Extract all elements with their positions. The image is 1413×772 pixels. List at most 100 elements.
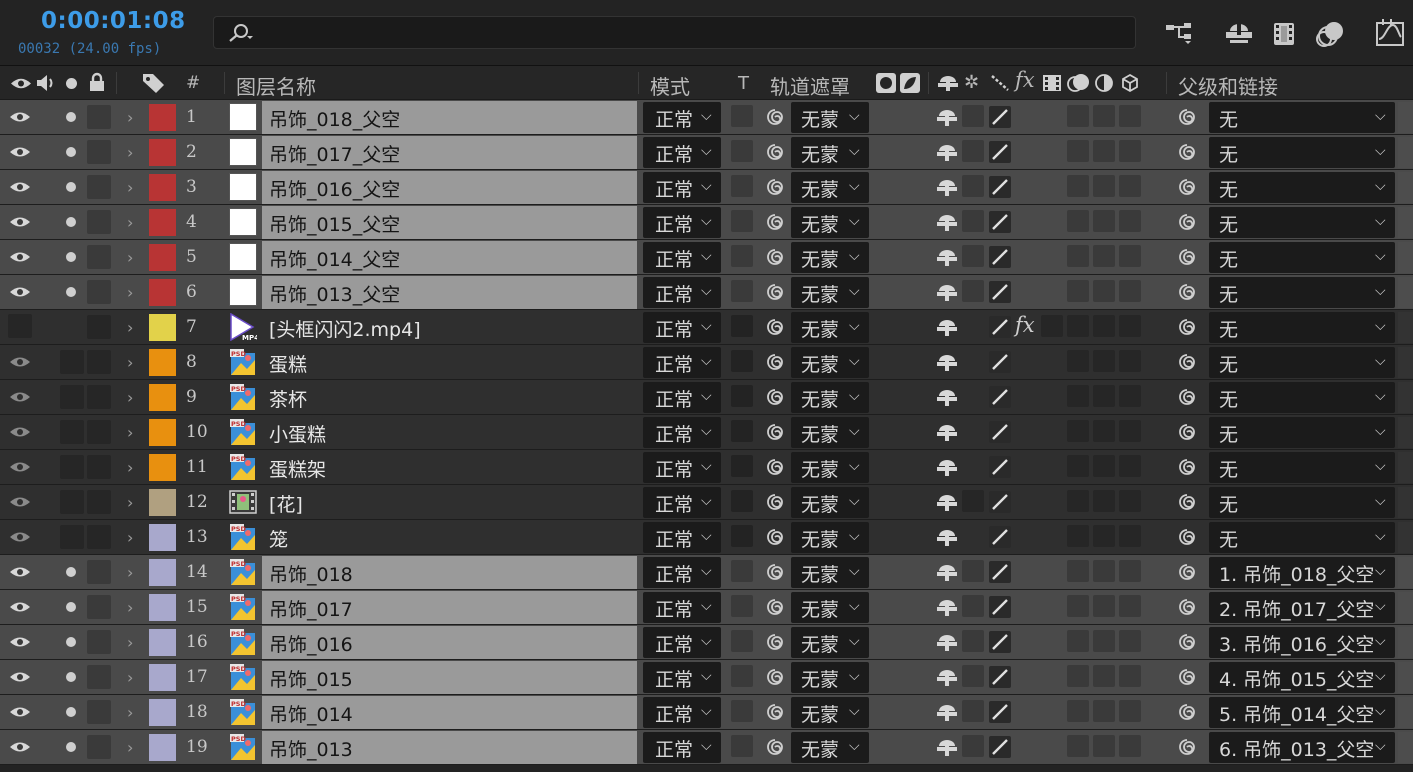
layer-name[interactable]: 吊饰_013 [269, 735, 353, 762]
preserve-transparency-toggle[interactable] [731, 525, 753, 547]
layer-row[interactable]: › 10 PSD 小蛋糕 正常 ⌵ 无蒙 ⌵ 无 ⌵ [0, 415, 1413, 450]
collapse-switch[interactable] [962, 420, 984, 442]
expand-chevron-icon[interactable]: › [127, 178, 133, 197]
lock-toggle[interactable] [87, 560, 111, 584]
solo-dot-icon[interactable] [66, 707, 76, 717]
expand-chevron-icon[interactable]: › [127, 353, 133, 372]
motion-blur-switch[interactable] [1067, 175, 1089, 197]
motion-blur-switch[interactable] [1067, 105, 1089, 127]
parent-dropdown[interactable]: 无 ⌵ [1209, 102, 1395, 133]
layer-name[interactable]: 吊饰_018_父空 [269, 105, 400, 132]
preserve-transparency-toggle[interactable] [731, 490, 753, 512]
shy-switch-icon[interactable] [935, 143, 959, 163]
matte-alpha-header-icon[interactable] [900, 73, 920, 93]
blend-mode-dropdown[interactable]: 正常 ⌵ [643, 557, 721, 588]
track-matte-dropdown[interactable]: 无蒙 ⌵ [791, 417, 869, 448]
layer-row[interactable]: › 16 PSD 吊饰_016 正常 ⌵ 无蒙 ⌵ 3. 吊饰_016_父空 ⌵ [0, 625, 1413, 660]
3d-switch[interactable] [1119, 105, 1141, 127]
adjustment-switch[interactable] [1093, 665, 1115, 687]
adjustment-switch[interactable] [1093, 700, 1115, 722]
collapse-switch[interactable] [962, 385, 984, 407]
solo-dot-icon[interactable] [66, 252, 76, 262]
preserve-transparency-toggle[interactable] [731, 700, 753, 722]
shy-switch-icon[interactable] [935, 353, 959, 373]
preserve-transparency-toggle[interactable] [731, 665, 753, 687]
parent-pickwhip-icon[interactable] [1176, 211, 1198, 233]
track-matte-dropdown[interactable]: 无蒙 ⌵ [791, 732, 869, 763]
solo-dot-icon[interactable] [66, 147, 76, 157]
layer-row[interactable]: › 9 PSD 茶杯 正常 ⌵ 无蒙 ⌵ 无 ⌵ [0, 380, 1413, 415]
parent-pickwhip-icon[interactable] [1176, 596, 1198, 618]
adjustment-switch[interactable] [1093, 140, 1115, 162]
preserve-transparency-toggle[interactable] [731, 385, 753, 407]
collapse-switch[interactable] [962, 245, 984, 267]
layer-name[interactable]: 吊饰_014_父空 [269, 245, 400, 272]
collapse-switch[interactable] [962, 595, 984, 617]
matte-pickwhip-icon[interactable] [764, 526, 786, 548]
adjustment-switch[interactable] [1093, 315, 1115, 337]
motion-blur-switch[interactable] [1067, 700, 1089, 722]
layer-row[interactable]: › 6 吊饰_013_父空 正常 ⌵ 无蒙 ⌵ 无 ⌵ [0, 275, 1413, 310]
adjustment-switch[interactable] [1093, 175, 1115, 197]
matte-pickwhip-icon[interactable] [764, 176, 786, 198]
visibility-eye-icon[interactable] [9, 599, 31, 613]
matte-pickwhip-icon[interactable] [764, 316, 786, 338]
expand-chevron-icon[interactable]: › [127, 213, 133, 232]
quality-switch-icon[interactable] [989, 386, 1011, 408]
expand-chevron-icon[interactable]: › [127, 423, 133, 442]
solo-toggle[interactable] [60, 420, 84, 444]
3d-switch[interactable] [1119, 210, 1141, 232]
3d-switch[interactable] [1119, 455, 1141, 477]
motion-blur-switch[interactable] [1067, 420, 1089, 442]
visibility-eye-icon[interactable] [9, 144, 31, 158]
collapse-switch[interactable] [962, 700, 984, 722]
matte-pickwhip-icon[interactable] [764, 701, 786, 723]
preserve-transparency-toggle[interactable] [731, 105, 753, 127]
lock-toggle[interactable] [87, 420, 111, 444]
quality-switch-icon[interactable] [989, 666, 1011, 688]
adjustment-switch[interactable] [1093, 420, 1115, 442]
mask-header-icon[interactable] [876, 73, 896, 93]
matte-pickwhip-icon[interactable] [764, 596, 786, 618]
preserve-transparency-toggle[interactable] [731, 735, 753, 757]
expand-chevron-icon[interactable]: › [127, 738, 133, 757]
track-matte-dropdown[interactable]: 无蒙 ⌵ [791, 662, 869, 693]
effects-header-icon[interactable]: fx [1015, 68, 1035, 92]
frame-blend-switch[interactable] [1041, 315, 1063, 337]
parent-pickwhip-icon[interactable] [1176, 316, 1198, 338]
parent-dropdown[interactable]: 无 ⌵ [1209, 382, 1395, 413]
parent-pickwhip-icon[interactable] [1176, 141, 1198, 163]
expand-chevron-icon[interactable]: › [127, 528, 133, 547]
quality-switch-icon[interactable] [989, 631, 1011, 653]
3d-switch[interactable] [1119, 350, 1141, 372]
layer-name[interactable]: 小蛋糕 [269, 420, 326, 447]
adjustment-switch[interactable] [1093, 280, 1115, 302]
visibility-toggle-off[interactable] [8, 314, 32, 338]
solo-dot-icon[interactable] [66, 672, 76, 682]
motion-blur-switch[interactable] [1067, 595, 1089, 617]
layer-row[interactable]: › 2 吊饰_017_父空 正常 ⌵ 无蒙 ⌵ 无 ⌵ [0, 135, 1413, 170]
layer-row[interactable]: › 11 PSD 蛋糕架 正常 ⌵ 无蒙 ⌵ 无 ⌵ [0, 450, 1413, 485]
collapse-switch[interactable] [962, 350, 984, 372]
3d-switch[interactable] [1119, 560, 1141, 582]
lock-toggle[interactable] [87, 595, 111, 619]
motion-blur-switch[interactable] [1067, 385, 1089, 407]
adjustment-switch[interactable] [1093, 455, 1115, 477]
lock-toggle[interactable] [87, 665, 111, 689]
layer-name[interactable]: 吊饰_015 [269, 665, 353, 692]
layer-row[interactable]: › 12 [花] 正常 ⌵ 无蒙 ⌵ 无 ⌵ [0, 485, 1413, 520]
quality-switch-icon[interactable] [989, 736, 1011, 758]
label-color-swatch[interactable] [149, 244, 176, 271]
track-matte-dropdown[interactable]: 无蒙 ⌵ [791, 592, 869, 623]
shy-switch-icon[interactable] [935, 248, 959, 268]
quality-switch-icon[interactable] [989, 141, 1011, 163]
label-color-swatch[interactable] [149, 524, 176, 551]
shy-switch-icon[interactable] [935, 563, 959, 583]
parent-dropdown[interactable]: 无 ⌵ [1209, 137, 1395, 168]
matte-pickwhip-icon[interactable] [764, 246, 786, 268]
solo-dot-icon[interactable] [66, 217, 76, 227]
track-matte-dropdown[interactable]: 无蒙 ⌵ [791, 102, 869, 133]
collapse-switch[interactable] [962, 630, 984, 652]
layer-search-input[interactable] [213, 16, 1136, 49]
parent-pickwhip-icon[interactable] [1176, 246, 1198, 268]
